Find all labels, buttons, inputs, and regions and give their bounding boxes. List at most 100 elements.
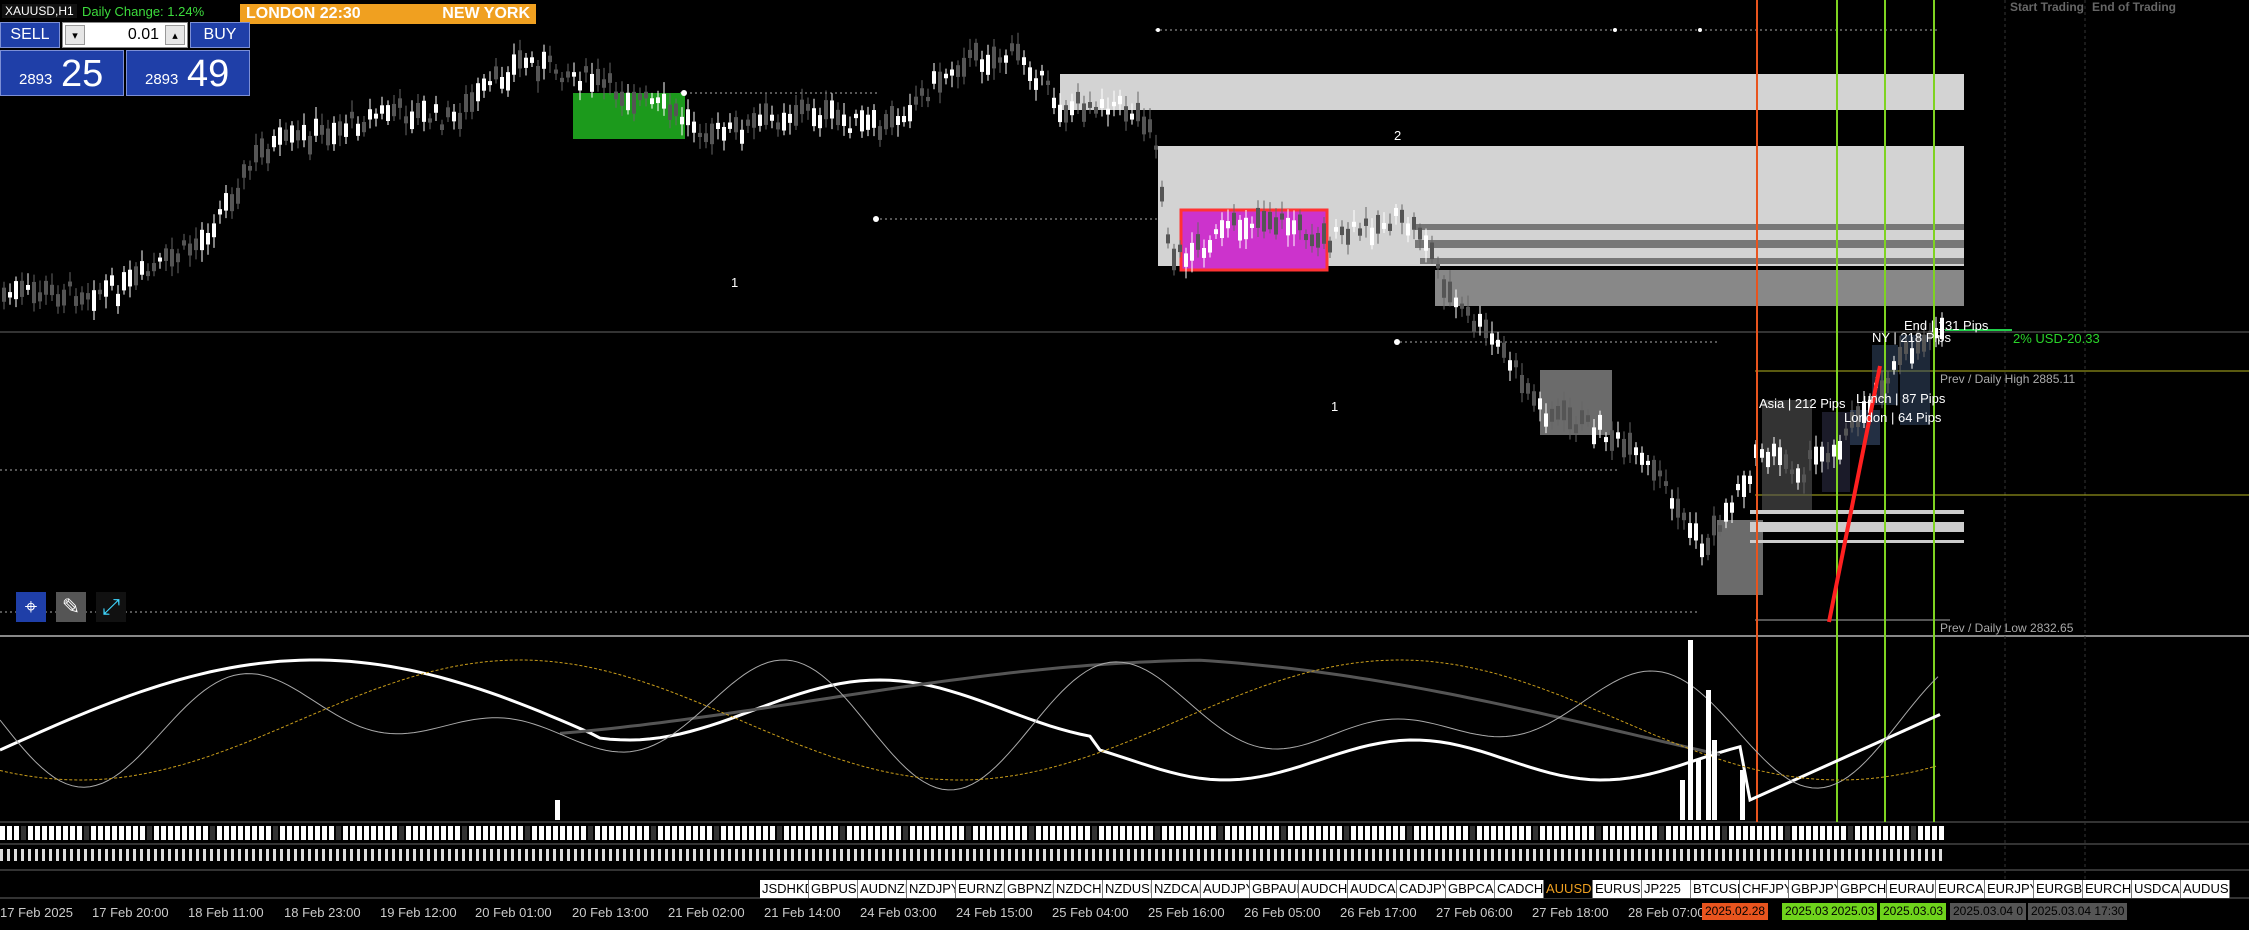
candle-body: [1256, 207, 1260, 228]
buy-button[interactable]: BUY: [190, 22, 250, 48]
candle-body: [1778, 447, 1782, 466]
symbol-tab-audcad[interactable]: AUDCAD: [1348, 880, 1397, 898]
sell-price-button[interactable]: 2893 25: [0, 50, 124, 96]
strip-bar: [42, 849, 45, 861]
strip-bar: [1323, 849, 1326, 861]
chart-expand-icon[interactable]: ⤢: [96, 592, 126, 622]
strip-bar: [1099, 849, 1102, 861]
symbol-tab-eurnzd[interactable]: EURNZD: [956, 880, 1005, 898]
candle-body: [752, 113, 756, 128]
crosshair-icon[interactable]: ⌖: [16, 592, 46, 622]
strip-bar: [1750, 849, 1753, 861]
candle-body: [182, 240, 186, 246]
lot-decrease-button[interactable]: ▾: [65, 25, 85, 45]
strip-bar: [987, 826, 992, 840]
symbol-tab-usdcad[interactable]: USDCAD: [2132, 880, 2181, 898]
strip-bar: [371, 826, 376, 840]
symbol-tab-gbpjpy[interactable]: GBPJPY: [1789, 880, 1838, 898]
strip-bar: [504, 826, 509, 840]
symbol-tab-eurusd[interactable]: EURUSD: [1593, 880, 1642, 898]
candle-body: [74, 296, 78, 306]
strip-bar: [1540, 826, 1545, 840]
price-chart[interactable]: [0, 0, 2249, 930]
candle-body: [1334, 227, 1338, 232]
strip-bar: [399, 826, 404, 840]
candle-body: [440, 124, 444, 130]
symbol-tab-eurgbp[interactable]: EURGBP: [2034, 880, 2083, 898]
symbol-tab-audusd[interactable]: AUDUSD: [2181, 880, 2230, 898]
symbol-tab-btcusd[interactable]: BTCUSD: [1691, 880, 1740, 898]
candle-body: [1742, 475, 1746, 497]
strip-bar: [1281, 826, 1286, 840]
lot-increase-button[interactable]: ▴: [165, 25, 185, 45]
symbol-tab-eurchf[interactable]: EURCHF: [2083, 880, 2132, 898]
strip-bar: [273, 849, 276, 861]
symbol-tab-gbpchf[interactable]: GBPCHF: [1838, 880, 1887, 898]
strip-bar: [70, 826, 75, 840]
strip-bar: [518, 849, 521, 861]
symbol-tab-auusd[interactable]: AUUSD: [1544, 880, 1593, 898]
strip-bar: [658, 849, 661, 861]
symbol-tab-gbpusd[interactable]: GBPUSD: [809, 880, 858, 898]
symbol-tab-gbpaud[interactable]: GBPAUD: [1250, 880, 1299, 898]
symbol-tab-nzdcad[interactable]: NZDCAD: [1152, 880, 1201, 898]
strip-bar: [1407, 849, 1410, 861]
symbol-tab-jsdhkd[interactable]: JSDHKD: [760, 880, 809, 898]
candle-body: [320, 125, 324, 135]
candle-body: [992, 46, 996, 69]
strip-bar: [98, 826, 103, 840]
symbol-tab-nzdjpy[interactable]: NZDJPY: [907, 880, 956, 898]
sell-button[interactable]: SELL: [0, 22, 60, 48]
candle-body: [1100, 99, 1104, 109]
symbol-tab-nzdchf[interactable]: NZDCHF: [1054, 880, 1103, 898]
candle-body: [506, 72, 510, 91]
symbol-tab-eurcad[interactable]: EURCAD: [1936, 880, 1985, 898]
strip-bar: [1204, 826, 1209, 840]
buy-price-button[interactable]: 2893 49: [126, 50, 250, 96]
candle-body: [470, 92, 474, 112]
strip-bar: [1547, 849, 1550, 861]
strip-bar: [140, 826, 145, 840]
strip-bar: [1673, 826, 1678, 840]
symbol-tab-audchf[interactable]: AUDCHF: [1299, 880, 1348, 898]
candle-body: [1694, 523, 1698, 541]
strip-bar: [1729, 849, 1732, 861]
candle-body: [1286, 217, 1290, 236]
symbol-tab-eurjpy[interactable]: EURJPY: [1985, 880, 2034, 898]
symbol-tab-cadjpy[interactable]: CADJPY: [1397, 880, 1446, 898]
time-axis-label: 24 Feb 15:00: [956, 905, 1033, 920]
strip-bar: [497, 826, 502, 840]
symbol-tab-cadchf[interactable]: CADCHF: [1495, 880, 1544, 898]
symbol-tab-chfjpy[interactable]: CHFJPY: [1740, 880, 1789, 898]
strip-bar: [1617, 826, 1622, 840]
strip-bar: [63, 826, 68, 840]
strip-bar: [14, 849, 17, 861]
candle-body: [1238, 219, 1242, 241]
strip-bar: [763, 849, 766, 861]
strip-bar: [637, 849, 640, 861]
symbol-tab-nzdusd[interactable]: NZDUSD: [1103, 880, 1152, 898]
strip-bar: [1652, 849, 1655, 861]
lot-size-input[interactable]: [87, 25, 163, 45]
symbol-tab-audnzd[interactable]: AUDNZD: [858, 880, 907, 898]
strip-bar: [1876, 826, 1881, 840]
strip-bar: [609, 826, 614, 840]
draw-tool-icon[interactable]: ✎: [56, 592, 86, 622]
symbol-tab-audjpy[interactable]: AUDJPY: [1201, 880, 1250, 898]
strip-bar: [1337, 849, 1340, 861]
candle-body: [164, 248, 168, 261]
strip-bar: [672, 826, 677, 840]
symbol-tab-gbpcad[interactable]: GBPCAD: [1446, 880, 1495, 898]
strip-bar: [945, 826, 950, 840]
strip-bar: [1232, 849, 1235, 861]
candle-body: [980, 59, 984, 72]
strip-bar: [1631, 826, 1636, 840]
symbol-tab-euraud[interactable]: EURAUD: [1887, 880, 1936, 898]
symbol-tab-jp225[interactable]: JP225: [1642, 880, 1691, 898]
strip-bar: [91, 849, 94, 861]
candle-body: [1298, 214, 1302, 231]
candle-body: [530, 57, 534, 63]
symbol-tab-gbpnzd[interactable]: GBPNZD: [1005, 880, 1054, 898]
strip-bar: [826, 849, 829, 861]
candle-body: [1316, 233, 1320, 248]
